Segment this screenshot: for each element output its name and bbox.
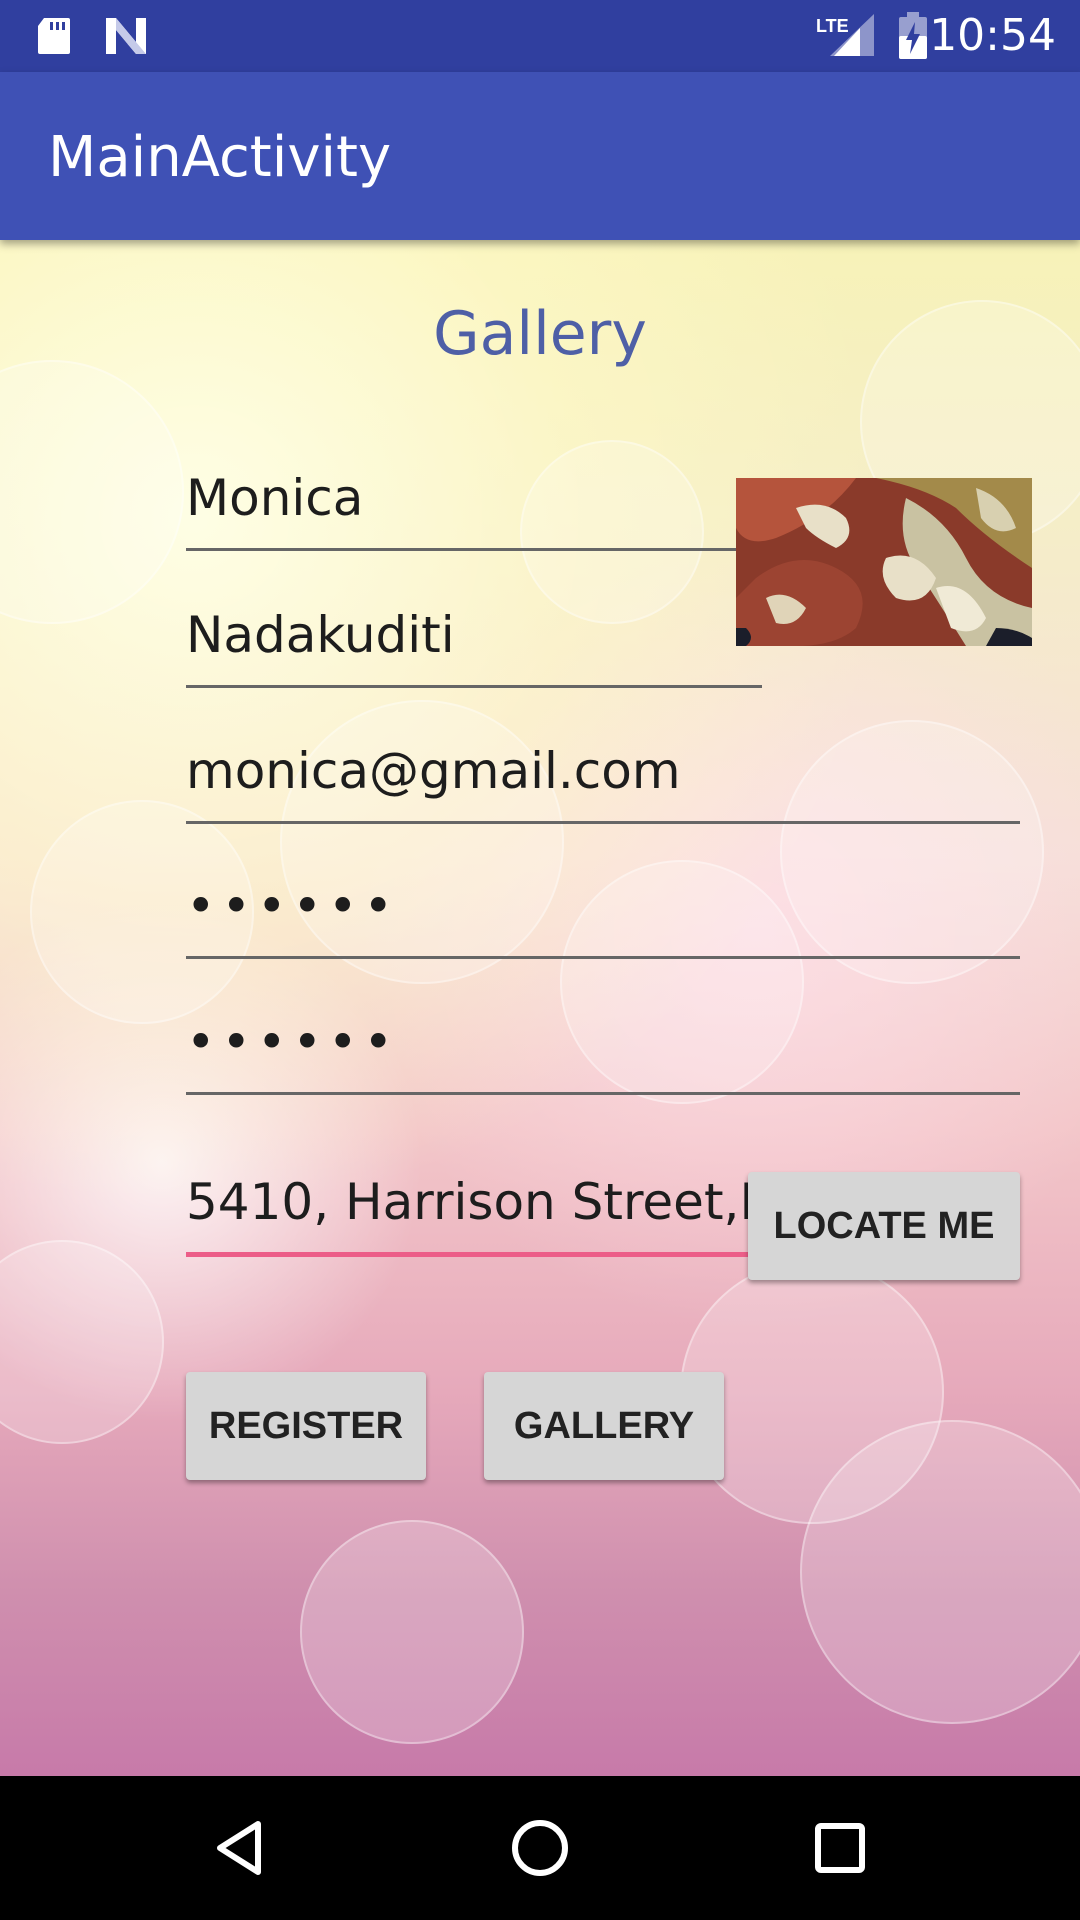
gallery-heading: Gallery [433, 299, 647, 369]
background-bokeh [0, 360, 184, 624]
battery-charging-icon [899, 12, 927, 59]
status-bar: LTE 10:54 [0, 0, 1080, 72]
lte-signal-icon: LTE [816, 14, 874, 56]
n-notification-icon [106, 18, 146, 54]
password-field[interactable]: •••••• [186, 866, 1020, 959]
back-icon[interactable] [208, 1816, 272, 1880]
fabric-pattern-image [736, 478, 1032, 646]
sdcard-icon [38, 18, 70, 54]
home-icon[interactable] [508, 1816, 572, 1880]
app-bar: MainActivity [0, 72, 1080, 240]
background-bokeh [800, 1420, 1080, 1724]
email-field[interactable]: monica@gmail.com [186, 731, 1020, 824]
last-name-field[interactable]: Nadakuditi [186, 595, 762, 688]
profile-image[interactable] [736, 478, 1032, 646]
register-button[interactable]: REGISTER [186, 1372, 426, 1480]
first-name-field[interactable]: Monica [186, 458, 736, 551]
locate-me-button[interactable]: LOCATE ME [748, 1172, 1020, 1280]
navigation-bar [0, 1776, 1080, 1920]
screen: LTE 10:54 MainActivity Gallery Monica Na… [0, 0, 1080, 1920]
recents-icon[interactable] [808, 1816, 872, 1880]
confirm-password-field[interactable]: •••••• [186, 1002, 1020, 1095]
app-title: MainActivity [48, 125, 392, 190]
lte-label: LTE [816, 16, 849, 36]
gallery-button[interactable]: GALLERY [484, 1372, 724, 1480]
background-bokeh [0, 1240, 164, 1444]
background-bokeh [300, 1520, 524, 1744]
content-area: Gallery Monica Nadakuditi monica@gmail.c… [0, 240, 1080, 1776]
address-field[interactable]: 5410, Harrison Street,KC [186, 1162, 750, 1257]
clock: 10:54 [929, 10, 1056, 61]
